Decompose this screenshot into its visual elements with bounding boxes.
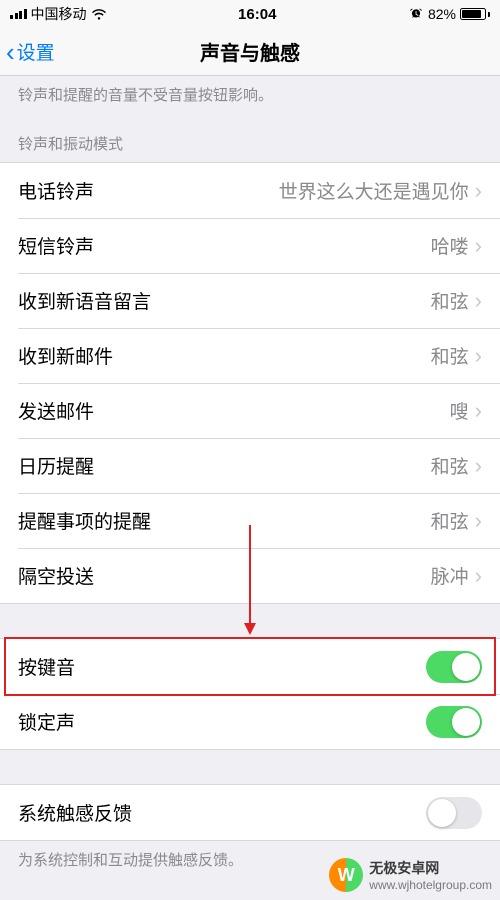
- status-left: 中国移动: [10, 4, 107, 24]
- cell-label: 发送邮件: [18, 397, 450, 424]
- chevron-right-icon: ›: [475, 508, 482, 534]
- section-header-ringtones: 铃声和振动模式: [0, 115, 500, 162]
- lock-sound-toggle[interactable]: [426, 706, 482, 738]
- cell-system-haptics[interactable]: 系统触感反馈: [0, 785, 500, 840]
- chevron-right-icon: ›: [475, 343, 482, 369]
- cell-value: 和弦: [431, 507, 469, 534]
- alarm-icon: [408, 7, 424, 21]
- system-haptics-toggle[interactable]: [426, 797, 482, 829]
- cell-text-tone[interactable]: 短信铃声 哈喽 ›: [0, 218, 500, 273]
- cell-label: 隔空投送: [18, 562, 431, 589]
- status-right: 82%: [408, 6, 490, 22]
- keyboard-clicks-toggle[interactable]: [426, 651, 482, 683]
- cell-label: 收到新邮件: [18, 342, 431, 369]
- cell-calendar-alerts[interactable]: 日历提醒 和弦 ›: [0, 438, 500, 493]
- wifi-icon: [91, 8, 107, 20]
- sound-group: 电话铃声 世界这么大还是遇见你 › 短信铃声 哈喽 › 收到新语音留言 和弦 ›…: [0, 162, 500, 604]
- cell-value: 和弦: [431, 287, 469, 314]
- status-time: 16:04: [238, 6, 276, 23]
- cell-airdrop[interactable]: 隔空投送 脉冲 ›: [0, 548, 500, 603]
- cell-phone-ringtone[interactable]: 电话铃声 世界这么大还是遇见你 ›: [0, 163, 500, 218]
- watermark-url: www.wjhotelgroup.com: [369, 878, 492, 892]
- toggle-group: 按键音 锁定声: [0, 638, 500, 750]
- cell-label: 锁定声: [18, 708, 426, 735]
- watermark-logo: W: [329, 858, 363, 892]
- nav-bar: ‹ 设置 声音与触感: [0, 28, 500, 76]
- watermark: W 无极安卓网 www.wjhotelgroup.com: [329, 858, 492, 892]
- chevron-right-icon: ›: [475, 233, 482, 259]
- cell-label: 收到新语音留言: [18, 287, 431, 314]
- cell-label: 日历提醒: [18, 452, 431, 479]
- ringer-hint: 铃声和提醒的音量不受音量按钮影响。: [0, 76, 500, 115]
- cell-new-voicemail[interactable]: 收到新语音留言 和弦 ›: [0, 273, 500, 328]
- haptics-group: 系统触感反馈: [0, 784, 500, 841]
- cell-value: 和弦: [431, 342, 469, 369]
- cell-label: 短信铃声: [18, 232, 431, 259]
- back-button[interactable]: ‹ 设置: [0, 38, 55, 65]
- status-bar: 中国移动 16:04 82%: [0, 0, 500, 28]
- chevron-left-icon: ‹: [6, 39, 15, 65]
- carrier-label: 中国移动: [31, 4, 87, 24]
- cell-new-mail[interactable]: 收到新邮件 和弦 ›: [0, 328, 500, 383]
- cell-value: 哈喽: [431, 232, 469, 259]
- cell-sent-mail[interactable]: 发送邮件 嗖 ›: [0, 383, 500, 438]
- cell-value: 世界这么大还是遇见你: [279, 177, 469, 204]
- battery-icon: [460, 8, 490, 20]
- signal-icon: [10, 9, 27, 19]
- chevron-right-icon: ›: [475, 288, 482, 314]
- cell-label: 提醒事项的提醒: [18, 507, 431, 534]
- cell-label: 系统触感反馈: [18, 799, 426, 826]
- chevron-right-icon: ›: [475, 453, 482, 479]
- cell-value: 和弦: [431, 452, 469, 479]
- chevron-right-icon: ›: [475, 398, 482, 424]
- back-label: 设置: [17, 38, 55, 65]
- page-title: 声音与触感: [0, 37, 500, 66]
- chevron-right-icon: ›: [475, 178, 482, 204]
- watermark-brand: 无极安卓网: [369, 858, 492, 878]
- cell-label: 按键音: [18, 653, 426, 680]
- cell-lock-sound[interactable]: 锁定声: [0, 694, 500, 749]
- cell-reminder-alerts[interactable]: 提醒事项的提醒 和弦 ›: [0, 493, 500, 548]
- cell-value: 脉冲: [431, 562, 469, 589]
- cell-keyboard-clicks[interactable]: 按键音: [0, 639, 500, 694]
- chevron-right-icon: ›: [475, 563, 482, 589]
- cell-value: 嗖: [450, 397, 469, 424]
- cell-label: 电话铃声: [18, 177, 279, 204]
- battery-percent: 82%: [428, 6, 456, 22]
